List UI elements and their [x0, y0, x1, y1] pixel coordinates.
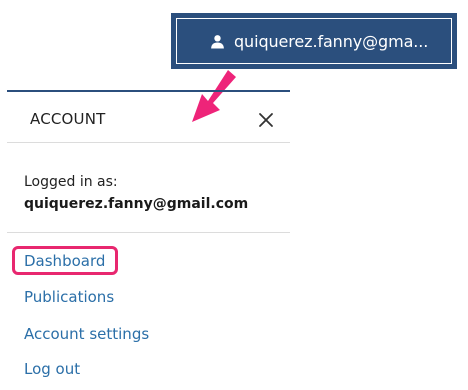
panel-header: ACCOUNT — [7, 92, 290, 143]
dashboard-link[interactable]: Dashboard — [24, 252, 105, 270]
user-account-button-inner: quiquerez.fanny@gma... — [176, 18, 452, 64]
user-account-button[interactable]: quiquerez.fanny@gma... — [171, 13, 457, 69]
log-out-link[interactable]: Log out — [24, 360, 80, 378]
publications-link[interactable]: Publications — [24, 288, 114, 306]
logged-in-info: Logged in as: quiquerez.fanny@gmail.com — [7, 144, 290, 233]
user-button-label: quiquerez.fanny@gma... — [234, 31, 429, 51]
logged-in-label: Logged in as: — [24, 174, 118, 190]
logged-in-email: quiquerez.fanny@gmail.com — [24, 196, 249, 212]
account-panel: ACCOUNT Logged in as: quiquerez.fanny@gm… — [7, 90, 290, 390]
close-icon[interactable] — [258, 112, 274, 128]
account-settings-link[interactable]: Account settings — [24, 325, 149, 343]
panel-title: ACCOUNT — [30, 110, 106, 128]
user-icon — [211, 34, 224, 49]
